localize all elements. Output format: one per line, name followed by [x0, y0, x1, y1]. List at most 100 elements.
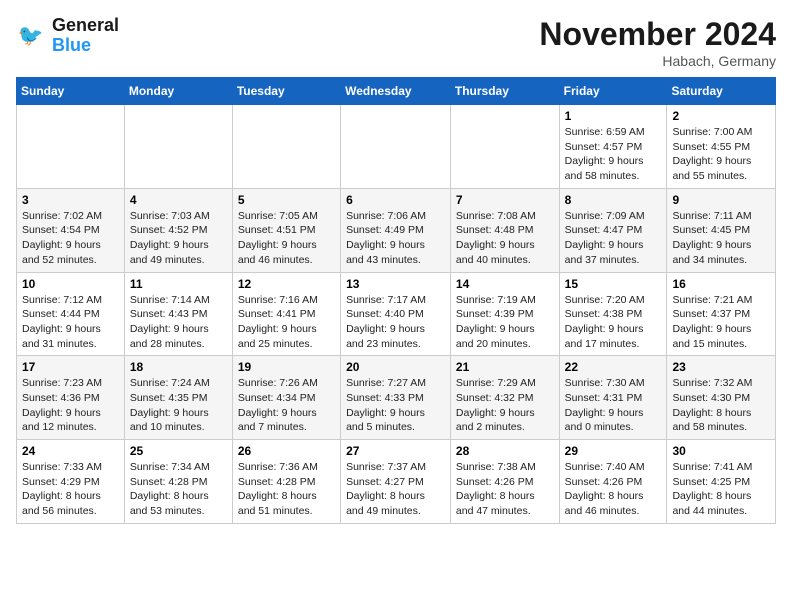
day-number: 1: [565, 109, 662, 123]
calendar-cell: 1 Sunrise: 6:59 AM Sunset: 4:57 PM Daylig…: [559, 105, 667, 189]
day-number: 10: [22, 277, 119, 291]
calendar-week-row: 1 Sunrise: 6:59 AM Sunset: 4:57 PM Daylig…: [17, 105, 776, 189]
calendar-cell: 7 Sunrise: 7:08 AM Sunset: 4:48 PM Daylig…: [450, 188, 559, 272]
day-info: Sunrise: 7:23 AM Sunset: 4:36 PM Dayligh…: [22, 376, 119, 435]
day-info: Sunrise: 7:03 AM Sunset: 4:52 PM Dayligh…: [130, 209, 227, 268]
weekday-header: Sunday: [17, 78, 125, 105]
day-info: Sunrise: 7:27 AM Sunset: 4:33 PM Dayligh…: [346, 376, 445, 435]
day-info: Sunrise: 7:14 AM Sunset: 4:43 PM Dayligh…: [130, 293, 227, 352]
day-info: Sunrise: 7:24 AM Sunset: 4:35 PM Dayligh…: [130, 376, 227, 435]
day-number: 12: [238, 277, 335, 291]
day-info: Sunrise: 7:30 AM Sunset: 4:31 PM Dayligh…: [565, 376, 662, 435]
logo-text: General Blue: [52, 16, 119, 56]
day-number: 14: [456, 277, 554, 291]
calendar-cell: 24 Sunrise: 7:33 AM Sunset: 4:29 PM Dayli…: [17, 440, 125, 524]
calendar-cell: 13Sunrise: 7:17 AM Sunset: 4:40 PM Dayli…: [341, 272, 451, 356]
weekday-header: Thursday: [450, 78, 559, 105]
calendar-cell: 23Sunrise: 7:32 AM Sunset: 4:30 PM Dayli…: [667, 356, 776, 440]
month-title: November 2024: [539, 16, 776, 53]
weekday-header: Monday: [124, 78, 232, 105]
day-number: 21: [456, 360, 554, 374]
calendar-cell: 8Sunrise: 7:09 AM Sunset: 4:47 PM Daylig…: [559, 188, 667, 272]
day-info: Sunrise: 7:33 AM Sunset: 4:29 PM Dayligh…: [22, 460, 119, 519]
calendar-cell: 2 Sunrise: 7:00 AM Sunset: 4:55 PM Daylig…: [667, 105, 776, 189]
day-number: 5: [238, 193, 335, 207]
calendar-cell: 17 Sunrise: 7:23 AM Sunset: 4:36 PM Dayli…: [17, 356, 125, 440]
calendar-cell: 21 Sunrise: 7:29 AM Sunset: 4:32 PM Dayli…: [450, 356, 559, 440]
calendar-cell: [232, 105, 340, 189]
calendar-week-row: 24 Sunrise: 7:33 AM Sunset: 4:29 PM Dayli…: [17, 440, 776, 524]
calendar-cell: 18 Sunrise: 7:24 AM Sunset: 4:35 PM Dayli…: [124, 356, 232, 440]
day-info: Sunrise: 7:34 AM Sunset: 4:28 PM Dayligh…: [130, 460, 227, 519]
calendar-cell: 19 Sunrise: 7:26 AM Sunset: 4:34 PM Dayli…: [232, 356, 340, 440]
weekday-header: Friday: [559, 78, 667, 105]
day-number: 11: [130, 277, 227, 291]
calendar-cell: 22 Sunrise: 7:30 AM Sunset: 4:31 PM Dayli…: [559, 356, 667, 440]
day-number: 20: [346, 360, 445, 374]
day-number: 22: [565, 360, 662, 374]
calendar-cell: 16 Sunrise: 7:21 AM Sunset: 4:37 PM Dayli…: [667, 272, 776, 356]
day-info: Sunrise: 7:29 AM Sunset: 4:32 PM Dayligh…: [456, 376, 554, 435]
day-info: Sunrise: 7:00 AM Sunset: 4:55 PM Dayligh…: [672, 125, 770, 184]
calendar-table: SundayMondayTuesdayWednesdayThursdayFrid…: [16, 77, 776, 524]
location: Habach, Germany: [539, 53, 776, 69]
calendar-cell: [450, 105, 559, 189]
calendar-cell: [341, 105, 451, 189]
weekday-header: Saturday: [667, 78, 776, 105]
calendar-cell: 28Sunrise: 7:38 AM Sunset: 4:26 PM Dayli…: [450, 440, 559, 524]
day-info: Sunrise: 7:26 AM Sunset: 4:34 PM Dayligh…: [238, 376, 335, 435]
day-number: 8: [565, 193, 662, 207]
day-info: Sunrise: 7:36 AM Sunset: 4:28 PM Dayligh…: [238, 460, 335, 519]
day-info: Sunrise: 7:20 AM Sunset: 4:38 PM Dayligh…: [565, 293, 662, 352]
calendar-cell: 26Sunrise: 7:36 AM Sunset: 4:28 PM Dayli…: [232, 440, 340, 524]
day-number: 2: [672, 109, 770, 123]
day-number: 4: [130, 193, 227, 207]
day-info: Sunrise: 7:12 AM Sunset: 4:44 PM Dayligh…: [22, 293, 119, 352]
day-info: Sunrise: 7:21 AM Sunset: 4:37 PM Dayligh…: [672, 293, 770, 352]
day-info: Sunrise: 7:08 AM Sunset: 4:48 PM Dayligh…: [456, 209, 554, 268]
day-number: 30: [672, 444, 770, 458]
day-info: Sunrise: 7:05 AM Sunset: 4:51 PM Dayligh…: [238, 209, 335, 268]
day-info: Sunrise: 7:02 AM Sunset: 4:54 PM Dayligh…: [22, 209, 119, 268]
calendar-week-row: 3Sunrise: 7:02 AM Sunset: 4:54 PM Daylig…: [17, 188, 776, 272]
day-info: Sunrise: 7:11 AM Sunset: 4:45 PM Dayligh…: [672, 209, 770, 268]
calendar-cell: [17, 105, 125, 189]
calendar-cell: 27 Sunrise: 7:37 AM Sunset: 4:27 PM Dayli…: [341, 440, 451, 524]
calendar-cell: 29Sunrise: 7:40 AM Sunset: 4:26 PM Dayli…: [559, 440, 667, 524]
day-info: Sunrise: 6:59 AM Sunset: 4:57 PM Dayligh…: [565, 125, 662, 184]
logo-icon: 🐦: [16, 20, 48, 52]
calendar-cell: 6 Sunrise: 7:06 AM Sunset: 4:49 PM Daylig…: [341, 188, 451, 272]
day-number: 6: [346, 193, 445, 207]
day-number: 25: [130, 444, 227, 458]
calendar-cell: [124, 105, 232, 189]
day-number: 13: [346, 277, 445, 291]
day-number: 24: [22, 444, 119, 458]
day-number: 27: [346, 444, 445, 458]
day-number: 17: [22, 360, 119, 374]
calendar-cell: 25 Sunrise: 7:34 AM Sunset: 4:28 PM Dayli…: [124, 440, 232, 524]
calendar-cell: 11 Sunrise: 7:14 AM Sunset: 4:43 PM Dayli…: [124, 272, 232, 356]
day-number: 19: [238, 360, 335, 374]
day-number: 15: [565, 277, 662, 291]
day-number: 9: [672, 193, 770, 207]
calendar-cell: 4 Sunrise: 7:03 AM Sunset: 4:52 PM Daylig…: [124, 188, 232, 272]
day-info: Sunrise: 7:19 AM Sunset: 4:39 PM Dayligh…: [456, 293, 554, 352]
day-number: 28: [456, 444, 554, 458]
day-number: 18: [130, 360, 227, 374]
day-info: Sunrise: 7:41 AM Sunset: 4:25 PM Dayligh…: [672, 460, 770, 519]
calendar-cell: 9 Sunrise: 7:11 AM Sunset: 4:45 PM Daylig…: [667, 188, 776, 272]
weekday-header: Tuesday: [232, 78, 340, 105]
day-number: 7: [456, 193, 554, 207]
logo: 🐦 General Blue: [16, 16, 119, 56]
day-info: Sunrise: 7:40 AM Sunset: 4:26 PM Dayligh…: [565, 460, 662, 519]
calendar-cell: 20 Sunrise: 7:27 AM Sunset: 4:33 PM Dayli…: [341, 356, 451, 440]
calendar-week-row: 17 Sunrise: 7:23 AM Sunset: 4:36 PM Dayli…: [17, 356, 776, 440]
svg-text:🐦: 🐦: [18, 24, 44, 47]
calendar-cell: 3Sunrise: 7:02 AM Sunset: 4:54 PM Daylig…: [17, 188, 125, 272]
day-number: 16: [672, 277, 770, 291]
calendar-week-row: 10 Sunrise: 7:12 AM Sunset: 4:44 PM Dayli…: [17, 272, 776, 356]
calendar-cell: 14 Sunrise: 7:19 AM Sunset: 4:39 PM Dayli…: [450, 272, 559, 356]
day-info: Sunrise: 7:37 AM Sunset: 4:27 PM Dayligh…: [346, 460, 445, 519]
day-info: Sunrise: 7:16 AM Sunset: 4:41 PM Dayligh…: [238, 293, 335, 352]
day-info: Sunrise: 7:06 AM Sunset: 4:49 PM Dayligh…: [346, 209, 445, 268]
